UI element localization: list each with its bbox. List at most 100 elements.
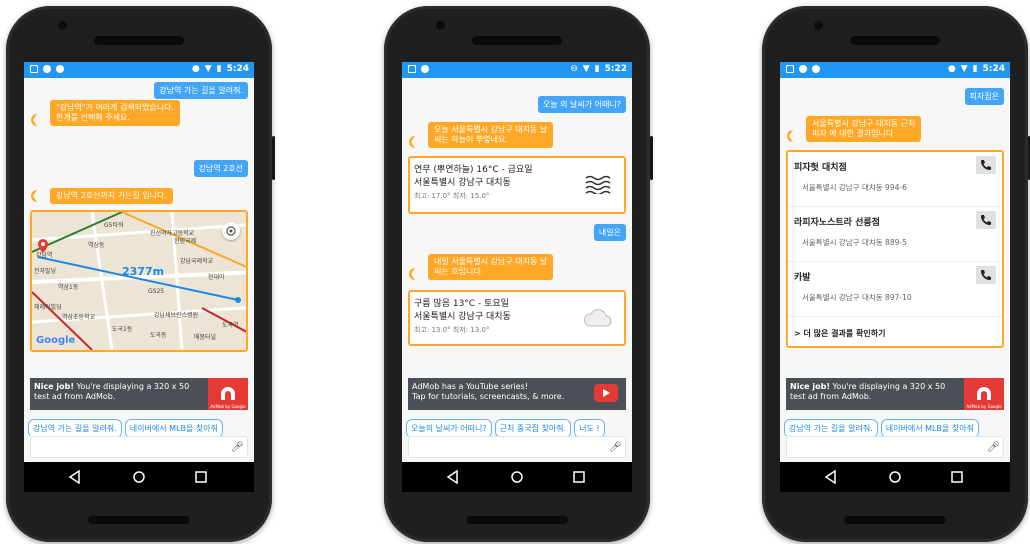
user-message: 피자집은	[964, 88, 1004, 105]
map-label: 전자빌딩	[34, 268, 57, 275]
home-icon[interactable]	[510, 470, 524, 484]
phone-2: ⊖ ▼ ▮ 5:22 오늘 의 날씨가 어때니? 오늘 서울특별시 강남구 대치동 날…	[384, 6, 653, 542]
my-location-icon[interactable]	[222, 222, 240, 240]
call-button[interactable]	[976, 211, 996, 229]
message-input[interactable]: 🎤︎	[786, 436, 1004, 458]
home-icon[interactable]	[888, 470, 902, 484]
cloud-icon	[584, 309, 612, 327]
weather-card[interactable]: 구름 많음 13°C - 토요일 서울특별시 강남구 대치동 최고: 13.0°…	[408, 290, 626, 346]
suggestion-chip[interactable]: 강남역 가는 길을 알려줘.	[784, 419, 878, 436]
route-distance: 2377m	[122, 265, 165, 278]
weather-card[interactable]: 연무 (뿌연하늘) 16°C - 금요일 서울특별시 강남구 대치동 최고: 1…	[408, 156, 626, 214]
recents-icon[interactable]	[194, 470, 208, 484]
suggestion-chip[interactable]: 오늘의 날씨가 어떠니?	[406, 419, 492, 436]
app-notification-icon	[421, 65, 429, 73]
back-icon[interactable]	[68, 470, 82, 484]
ad-brand: AdMob by Google	[210, 404, 246, 409]
location-icon: ●	[191, 64, 200, 74]
bot-message-line: "강남역"가 여러개 검색되었습니다.	[56, 103, 175, 112]
bot-message-line: 오늘 서울특별시 강남구 대치동 날	[434, 125, 548, 134]
more-results-link[interactable]: > 더 많은 결과를 확인하기	[794, 328, 885, 339]
phone-icon	[981, 270, 991, 280]
weather-title: 연무 (뿌연하늘) 16°C - 금요일	[414, 165, 533, 175]
map-label: 매봉터널	[194, 334, 217, 341]
bot-message-line: 씨는 흐립니다.	[434, 267, 484, 276]
weather-title: 구름 많음 13°C - 토요일	[414, 299, 509, 309]
map-label: 헤레이빌딩	[34, 304, 62, 311]
suggestion-chips: 강남역 가는 길을 알려줘. 네이버에서 MLB을 찾아줘	[784, 416, 1010, 436]
map-label: 역삼초등학교	[62, 314, 96, 321]
ad-line: AdMob has a YouTube series!	[412, 382, 528, 391]
ad-brand: AdMob by Google	[966, 404, 1002, 409]
recents-icon[interactable]	[572, 470, 586, 484]
map-label: GS25	[148, 288, 165, 295]
back-icon[interactable]	[446, 470, 460, 484]
bot-message: 오늘 서울특별시 강남구 대치동 날 씨는 하늘이 뿌옇네요.	[428, 122, 554, 148]
bottom-speaker	[466, 516, 568, 524]
front-camera	[436, 21, 445, 30]
chat-area[interactable]: 강남역 가는 길을 알려줘. "강남역"가 여러개 검색되었습니다. 한개를 선택…	[24, 78, 254, 380]
app-notification-icon	[812, 65, 820, 73]
wifi-icon: ▼	[204, 64, 212, 74]
home-icon[interactable]	[132, 470, 146, 484]
mic-icon[interactable]: 🎤︎	[987, 442, 1000, 454]
power-button[interactable]	[650, 136, 653, 180]
bot-avatar-icon	[786, 128, 800, 142]
ad-banner[interactable]: Nice job! You're displaying a 320 x 50 t…	[786, 378, 1004, 410]
earpiece-speaker	[94, 36, 184, 45]
clock: 5:24	[226, 64, 249, 74]
weather-range: 최고: 13.0° 최저: 13.0°	[414, 326, 490, 334]
suggestion-chip[interactable]: 강남역 가는 길을 알려줘.	[28, 419, 122, 436]
mic-icon[interactable]: 🎤︎	[231, 442, 244, 454]
bot-message: 서울특별시 강남구 대치동 근처 피자 에 대한 결과입니다	[806, 116, 922, 142]
chat-area[interactable]: 피자집은 서울특별시 강남구 대치동 근처 피자 에 대한 결과입니다 피자헛 대…	[780, 78, 1010, 380]
suggestion-chip[interactable]: 너도 !	[574, 419, 605, 436]
ad-text: Nice job! You're displaying a 320 x 50 t…	[790, 382, 960, 402]
route-map[interactable]: G5타워 진선여자고등학교 한림국제 역삼동 강남국제학교 현대아 전자빌딩 역…	[30, 210, 248, 352]
recents-icon[interactable]	[950, 470, 964, 484]
place-item[interactable]: 카발 서울특별시 강남구 대치동 897-10	[788, 262, 1002, 317]
bot-message: 내일 서울특별시 강남구 대치동 날 씨는 흐립니다.	[428, 254, 554, 280]
place-item[interactable]: 라피자노스트라 선릉점 서울특별시 강남구 대치동 889-5	[788, 207, 1002, 262]
message-input[interactable]: 🎤︎	[30, 436, 248, 458]
nav-bar	[24, 462, 254, 492]
status-bar: ● ▼ ▮ 5:24	[24, 62, 254, 78]
map-label: 도곡동	[150, 332, 167, 339]
bot-message: "강남역"가 여러개 검색되었습니다. 한개를 선택해 주세요.	[50, 100, 181, 126]
google-logo: Google	[36, 335, 76, 346]
battery-icon: ▮	[594, 64, 600, 74]
map-label: 도국1동	[112, 326, 133, 333]
screen: ● ▼ ▮ 5:24 강남역 가는 길을 알려줘. "강남역"가 여러개 검색되었습니…	[24, 62, 254, 492]
places-card: 피자헛 대치점 서울특별시 강남구 대치동 994-6 라피자노스트라 선릉점 …	[786, 150, 1004, 348]
bot-message-line: 씨는 하늘이 뿌옇네요.	[434, 135, 508, 144]
suggestion-chip[interactable]: 네이버에서 MLB을 찾아줘	[124, 419, 223, 436]
call-button[interactable]	[976, 266, 996, 284]
wifi-icon: ▼	[960, 64, 968, 74]
bot-message-line: 내일 서울특별시 강남구 대치동 날	[434, 257, 548, 266]
wifi-icon: ▼	[582, 64, 590, 74]
suggestion-chips: 오늘의 날씨가 어떠니? 근처 중국집 찾아줘. 너도 !	[406, 416, 632, 436]
map-label: G5타워	[104, 222, 124, 229]
user-message: 내일은	[593, 224, 626, 241]
battery-icon: ▮	[972, 64, 978, 74]
suggestion-chip[interactable]: 네이버에서 MLB을 찾아줘	[880, 419, 979, 436]
place-name: 카발	[794, 273, 811, 283]
place-item[interactable]: 피자헛 대치점 서울특별시 강남구 대치동 994-6	[788, 152, 1002, 207]
suggestion-chip[interactable]: 근처 중국집 찾아줘.	[494, 419, 572, 436]
suggestion-chips: 강남역 가는 길을 알려줘. 네이버에서 MLB을 찾아줘	[28, 416, 254, 436]
message-input[interactable]: 🎤︎	[408, 436, 626, 458]
chat-area[interactable]: 오늘 의 날씨가 어때니? 오늘 서울특별시 강남구 대치동 날 씨는 하늘이 뿌…	[402, 78, 632, 380]
back-icon[interactable]	[824, 470, 838, 484]
ad-banner[interactable]: AdMob has a YouTube series! Tap for tutor…	[408, 378, 626, 410]
admob-logo: AdMob by Google	[964, 378, 1004, 410]
screen: ⊖ ▼ ▮ 5:22 오늘 의 날씨가 어때니? 오늘 서울특별시 강남구 대치동 날…	[402, 62, 632, 492]
mic-icon[interactable]: 🎤︎	[609, 442, 622, 454]
map-label: 현대아	[208, 274, 225, 281]
bot-avatar-icon	[408, 134, 422, 148]
app-notification-icon	[56, 65, 64, 73]
call-button[interactable]	[976, 156, 996, 174]
ad-banner[interactable]: Nice job! You're displaying a 320 x 50 t…	[30, 378, 248, 410]
power-button[interactable]	[272, 136, 275, 180]
weather-range: 최고: 17.0° 최저: 15.0°	[414, 192, 490, 200]
haze-icon	[585, 175, 611, 194]
